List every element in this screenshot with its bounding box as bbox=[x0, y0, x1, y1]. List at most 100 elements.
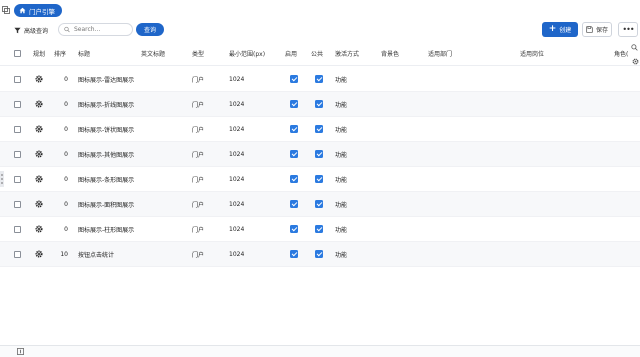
gear-icon[interactable] bbox=[35, 142, 43, 166]
row-select-checkbox[interactable] bbox=[14, 142, 21, 166]
row-order: 0 bbox=[64, 125, 68, 133]
row-title: 图标展示-面积图展示 bbox=[78, 201, 135, 209]
search-icon bbox=[64, 26, 70, 33]
row-activation: 功能 bbox=[335, 176, 348, 184]
row-min-width: 1024 bbox=[229, 200, 245, 208]
row-public-checkbox[interactable] bbox=[315, 217, 323, 241]
row-min-width: 1024 bbox=[229, 125, 245, 133]
column-header[interactable]: 规划 bbox=[33, 42, 45, 65]
row-activation: 功能 bbox=[335, 76, 348, 84]
column-header[interactable]: 背景色 bbox=[381, 42, 399, 65]
search-box[interactable] bbox=[58, 23, 133, 36]
filter-icon bbox=[14, 27, 21, 33]
row-select-checkbox[interactable] bbox=[14, 217, 21, 241]
row-type: 门户 bbox=[192, 251, 205, 259]
table-row[interactable]: 0 图标展示-折线图展示 门户 1024 功能 bbox=[0, 92, 640, 117]
table-row[interactable]: 0 图标展示-雷达图展示 门户 1024 功能 bbox=[0, 67, 640, 92]
row-select-checkbox[interactable] bbox=[14, 117, 21, 141]
row-type: 门户 bbox=[192, 151, 205, 159]
more-options-button[interactable]: ••• bbox=[618, 22, 638, 37]
gear-icon[interactable] bbox=[35, 92, 43, 116]
table-row[interactable]: 0 图标展示-其他图展示 门户 1024 功能 bbox=[0, 142, 640, 167]
row-activation: 功能 bbox=[335, 226, 348, 234]
row-enabled-checkbox[interactable] bbox=[290, 142, 298, 166]
save-icon bbox=[586, 26, 593, 33]
row-public-checkbox[interactable] bbox=[315, 142, 323, 166]
row-type: 门户 bbox=[192, 126, 205, 134]
column-header[interactable]: 角色( bbox=[614, 42, 628, 65]
sidebar-toggle-handle[interactable] bbox=[0, 171, 4, 187]
row-select-checkbox[interactable] bbox=[14, 92, 21, 116]
info-icon[interactable] bbox=[17, 348, 24, 355]
save-button[interactable]: 保存 bbox=[582, 22, 612, 37]
column-header[interactable]: 类型 bbox=[192, 42, 204, 65]
row-type: 门户 bbox=[192, 176, 205, 184]
gear-icon[interactable] bbox=[35, 217, 43, 241]
row-order: 0 bbox=[64, 225, 68, 233]
search-input[interactable] bbox=[74, 26, 132, 33]
column-header[interactable]: 启用 bbox=[285, 42, 297, 65]
row-order: 0 bbox=[64, 100, 68, 108]
gear-icon[interactable] bbox=[35, 67, 43, 91]
select-all-checkbox[interactable] bbox=[14, 42, 21, 65]
search-button[interactable]: 查询 bbox=[136, 23, 164, 36]
row-title: 图标展示-折线图展示 bbox=[78, 101, 135, 109]
column-header[interactable]: 公共 bbox=[311, 42, 323, 65]
gear-icon[interactable] bbox=[35, 242, 43, 266]
column-header[interactable]: 排序 bbox=[54, 42, 66, 65]
row-title: 图标展示-雷达图展示 bbox=[78, 76, 135, 84]
table-row[interactable]: 0 图标展示-饼状图展示 门户 1024 功能 bbox=[0, 117, 640, 142]
breadcrumb[interactable]: 门户引擎 bbox=[14, 4, 62, 17]
row-type: 门户 bbox=[192, 201, 205, 209]
row-min-width: 1024 bbox=[229, 100, 245, 108]
gear-icon[interactable] bbox=[35, 117, 43, 141]
gear-icon[interactable] bbox=[632, 58, 639, 65]
row-select-checkbox[interactable] bbox=[14, 192, 21, 216]
row-public-checkbox[interactable] bbox=[315, 192, 323, 216]
row-public-checkbox[interactable] bbox=[315, 92, 323, 116]
advanced-query-button[interactable]: 高级查询 bbox=[14, 24, 48, 36]
row-type: 门户 bbox=[192, 101, 205, 109]
table-header: 规划 排序 标题 英文标题 类型 最小范围(px) 启用 公共 激活方式 背景色… bbox=[0, 42, 640, 66]
table-row[interactable]: 0 图标展示-柱形图展示 门户 1024 功能 bbox=[0, 217, 640, 242]
advanced-query-label: 高级查询 bbox=[24, 27, 49, 35]
row-public-checkbox[interactable] bbox=[315, 167, 323, 191]
table-row[interactable]: 0 图标展示-条形图展示 门户 1024 功能 bbox=[0, 167, 640, 192]
layout-icon[interactable] bbox=[2, 6, 10, 14]
table-row[interactable]: 10 按钮点击统计 门户 1024 功能 bbox=[0, 242, 640, 267]
row-type: 门户 bbox=[192, 76, 205, 84]
gear-icon[interactable] bbox=[35, 192, 43, 216]
row-enabled-checkbox[interactable] bbox=[290, 117, 298, 141]
row-activation: 功能 bbox=[335, 101, 348, 109]
row-min-width: 1024 bbox=[229, 150, 245, 158]
row-enabled-checkbox[interactable] bbox=[290, 67, 298, 91]
row-enabled-checkbox[interactable] bbox=[290, 192, 298, 216]
row-select-checkbox[interactable] bbox=[14, 67, 21, 91]
column-header[interactable]: 适用岗位 bbox=[520, 42, 544, 65]
row-order: 0 bbox=[64, 200, 68, 208]
row-select-checkbox[interactable] bbox=[14, 167, 21, 191]
column-header[interactable]: 激活方式 bbox=[335, 42, 359, 65]
row-select-checkbox[interactable] bbox=[14, 242, 21, 266]
column-header[interactable]: 标题 bbox=[78, 42, 90, 65]
row-enabled-checkbox[interactable] bbox=[290, 242, 298, 266]
column-header[interactable]: 适用部门 bbox=[428, 42, 452, 65]
table-row[interactable]: 0 图标展示-面积图展示 门户 1024 功能 bbox=[0, 192, 640, 217]
row-activation: 功能 bbox=[335, 126, 348, 134]
row-enabled-checkbox[interactable] bbox=[290, 92, 298, 116]
row-public-checkbox[interactable] bbox=[315, 67, 323, 91]
row-min-width: 1024 bbox=[229, 75, 245, 83]
row-enabled-checkbox[interactable] bbox=[290, 217, 298, 241]
row-title: 图标展示-饼状图展示 bbox=[78, 126, 135, 134]
create-button[interactable]: + 创建 bbox=[542, 22, 578, 37]
row-enabled-checkbox[interactable] bbox=[290, 167, 298, 191]
gear-icon[interactable] bbox=[35, 167, 43, 191]
row-order: 0 bbox=[64, 175, 68, 183]
column-header[interactable]: 最小范围(px) bbox=[229, 42, 265, 65]
search-icon[interactable] bbox=[631, 44, 638, 51]
row-public-checkbox[interactable] bbox=[315, 242, 323, 266]
row-public-checkbox[interactable] bbox=[315, 117, 323, 141]
row-min-width: 1024 bbox=[229, 250, 245, 258]
plus-icon: + bbox=[548, 24, 557, 34]
column-header[interactable]: 英文标题 bbox=[141, 42, 165, 65]
